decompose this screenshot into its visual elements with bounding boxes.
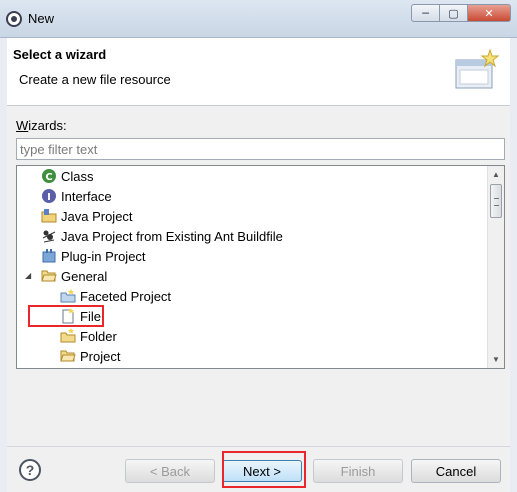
java-project-icon <box>41 209 57 223</box>
close-button[interactable]: ✕ <box>467 4 511 22</box>
wizards-label-text: izards: <box>28 118 67 133</box>
page-title: Select a wizard <box>13 47 107 62</box>
class-icon: C <box>42 169 56 183</box>
tree-item-faceted-project[interactable]: Faceted Project <box>60 286 171 306</box>
tree-item-folder[interactable]: Folder <box>60 326 117 346</box>
faceted-project-icon <box>60 289 76 303</box>
tree-item-label: Class <box>61 168 94 184</box>
wizards-label: Wizards: <box>16 118 67 133</box>
finish-button[interactable]: Finish <box>313 459 403 483</box>
tree-item-interface[interactable]: I Interface <box>41 186 112 206</box>
svg-text:I: I <box>47 192 51 203</box>
window-controls: ─ ▢ ✕ <box>411 4 511 22</box>
tree-item-label: Folder <box>80 328 117 344</box>
tree-item-label: Java Project from Existing Ant Buildfile <box>61 228 283 244</box>
maximize-button[interactable]: ▢ <box>439 4 467 22</box>
tree-scrollbar[interactable]: ▲ ▼ <box>487 166 504 368</box>
tree-item-label: Java Project <box>61 208 133 224</box>
filter-input[interactable] <box>16 138 505 160</box>
page-description: Create a new file resource <box>19 72 171 87</box>
plugin-project-icon <box>42 249 56 263</box>
wizard-content: Wizards: C Class I Interface Java Projec… <box>7 106 510 446</box>
project-icon <box>60 350 76 362</box>
tree-item-class[interactable]: C Class <box>41 166 94 186</box>
svg-text:C: C <box>45 172 52 183</box>
collapse-arrow-icon[interactable]: ◢ <box>25 271 35 281</box>
wizard-header: Select a wizard Create a new file resour… <box>7 38 510 106</box>
tree-item-plugin-project[interactable]: Plug-in Project <box>41 246 146 266</box>
tree-item-label: General <box>61 268 108 284</box>
tree-item-ant-project[interactable]: Java Project from Existing Ant Buildfile <box>41 226 283 246</box>
tree-item-label: Faceted Project <box>80 288 172 304</box>
scroll-up-icon[interactable]: ▲ <box>488 166 504 183</box>
window-title: New <box>28 11 55 26</box>
tree-item-label: Project <box>80 348 121 364</box>
next-highlight-box <box>222 451 306 488</box>
tree-item-general[interactable]: ◢ General <box>25 266 108 286</box>
tree-item-label: Plug-in Project <box>61 248 146 264</box>
cancel-button[interactable]: Cancel <box>411 459 501 483</box>
minimize-button[interactable]: ─ <box>411 4 439 22</box>
file-highlight-box <box>28 305 104 327</box>
wizard-tree[interactable]: C Class I Interface Java Project Java Pr… <box>16 165 505 369</box>
new-wizard-banner-icon <box>455 48 500 89</box>
scroll-thumb[interactable] <box>490 184 502 218</box>
title-bar[interactable]: New ─ ▢ ✕ <box>0 0 517 38</box>
tree-item-java-project[interactable]: Java Project <box>41 206 133 226</box>
new-folder-icon <box>60 328 76 343</box>
ant-icon <box>42 230 56 243</box>
wizards-label-mnemonic: W <box>16 118 29 133</box>
eclipse-icon <box>6 11 22 27</box>
tree-item-project[interactable]: Project <box>60 346 120 366</box>
help-button[interactable]: ? <box>19 459 41 481</box>
scroll-down-icon[interactable]: ▼ <box>488 351 504 368</box>
tree-item-label: Interface <box>61 188 112 204</box>
back-button[interactable]: < Back <box>125 459 215 483</box>
interface-icon: I <box>42 189 56 203</box>
folder-open-icon <box>41 270 57 282</box>
